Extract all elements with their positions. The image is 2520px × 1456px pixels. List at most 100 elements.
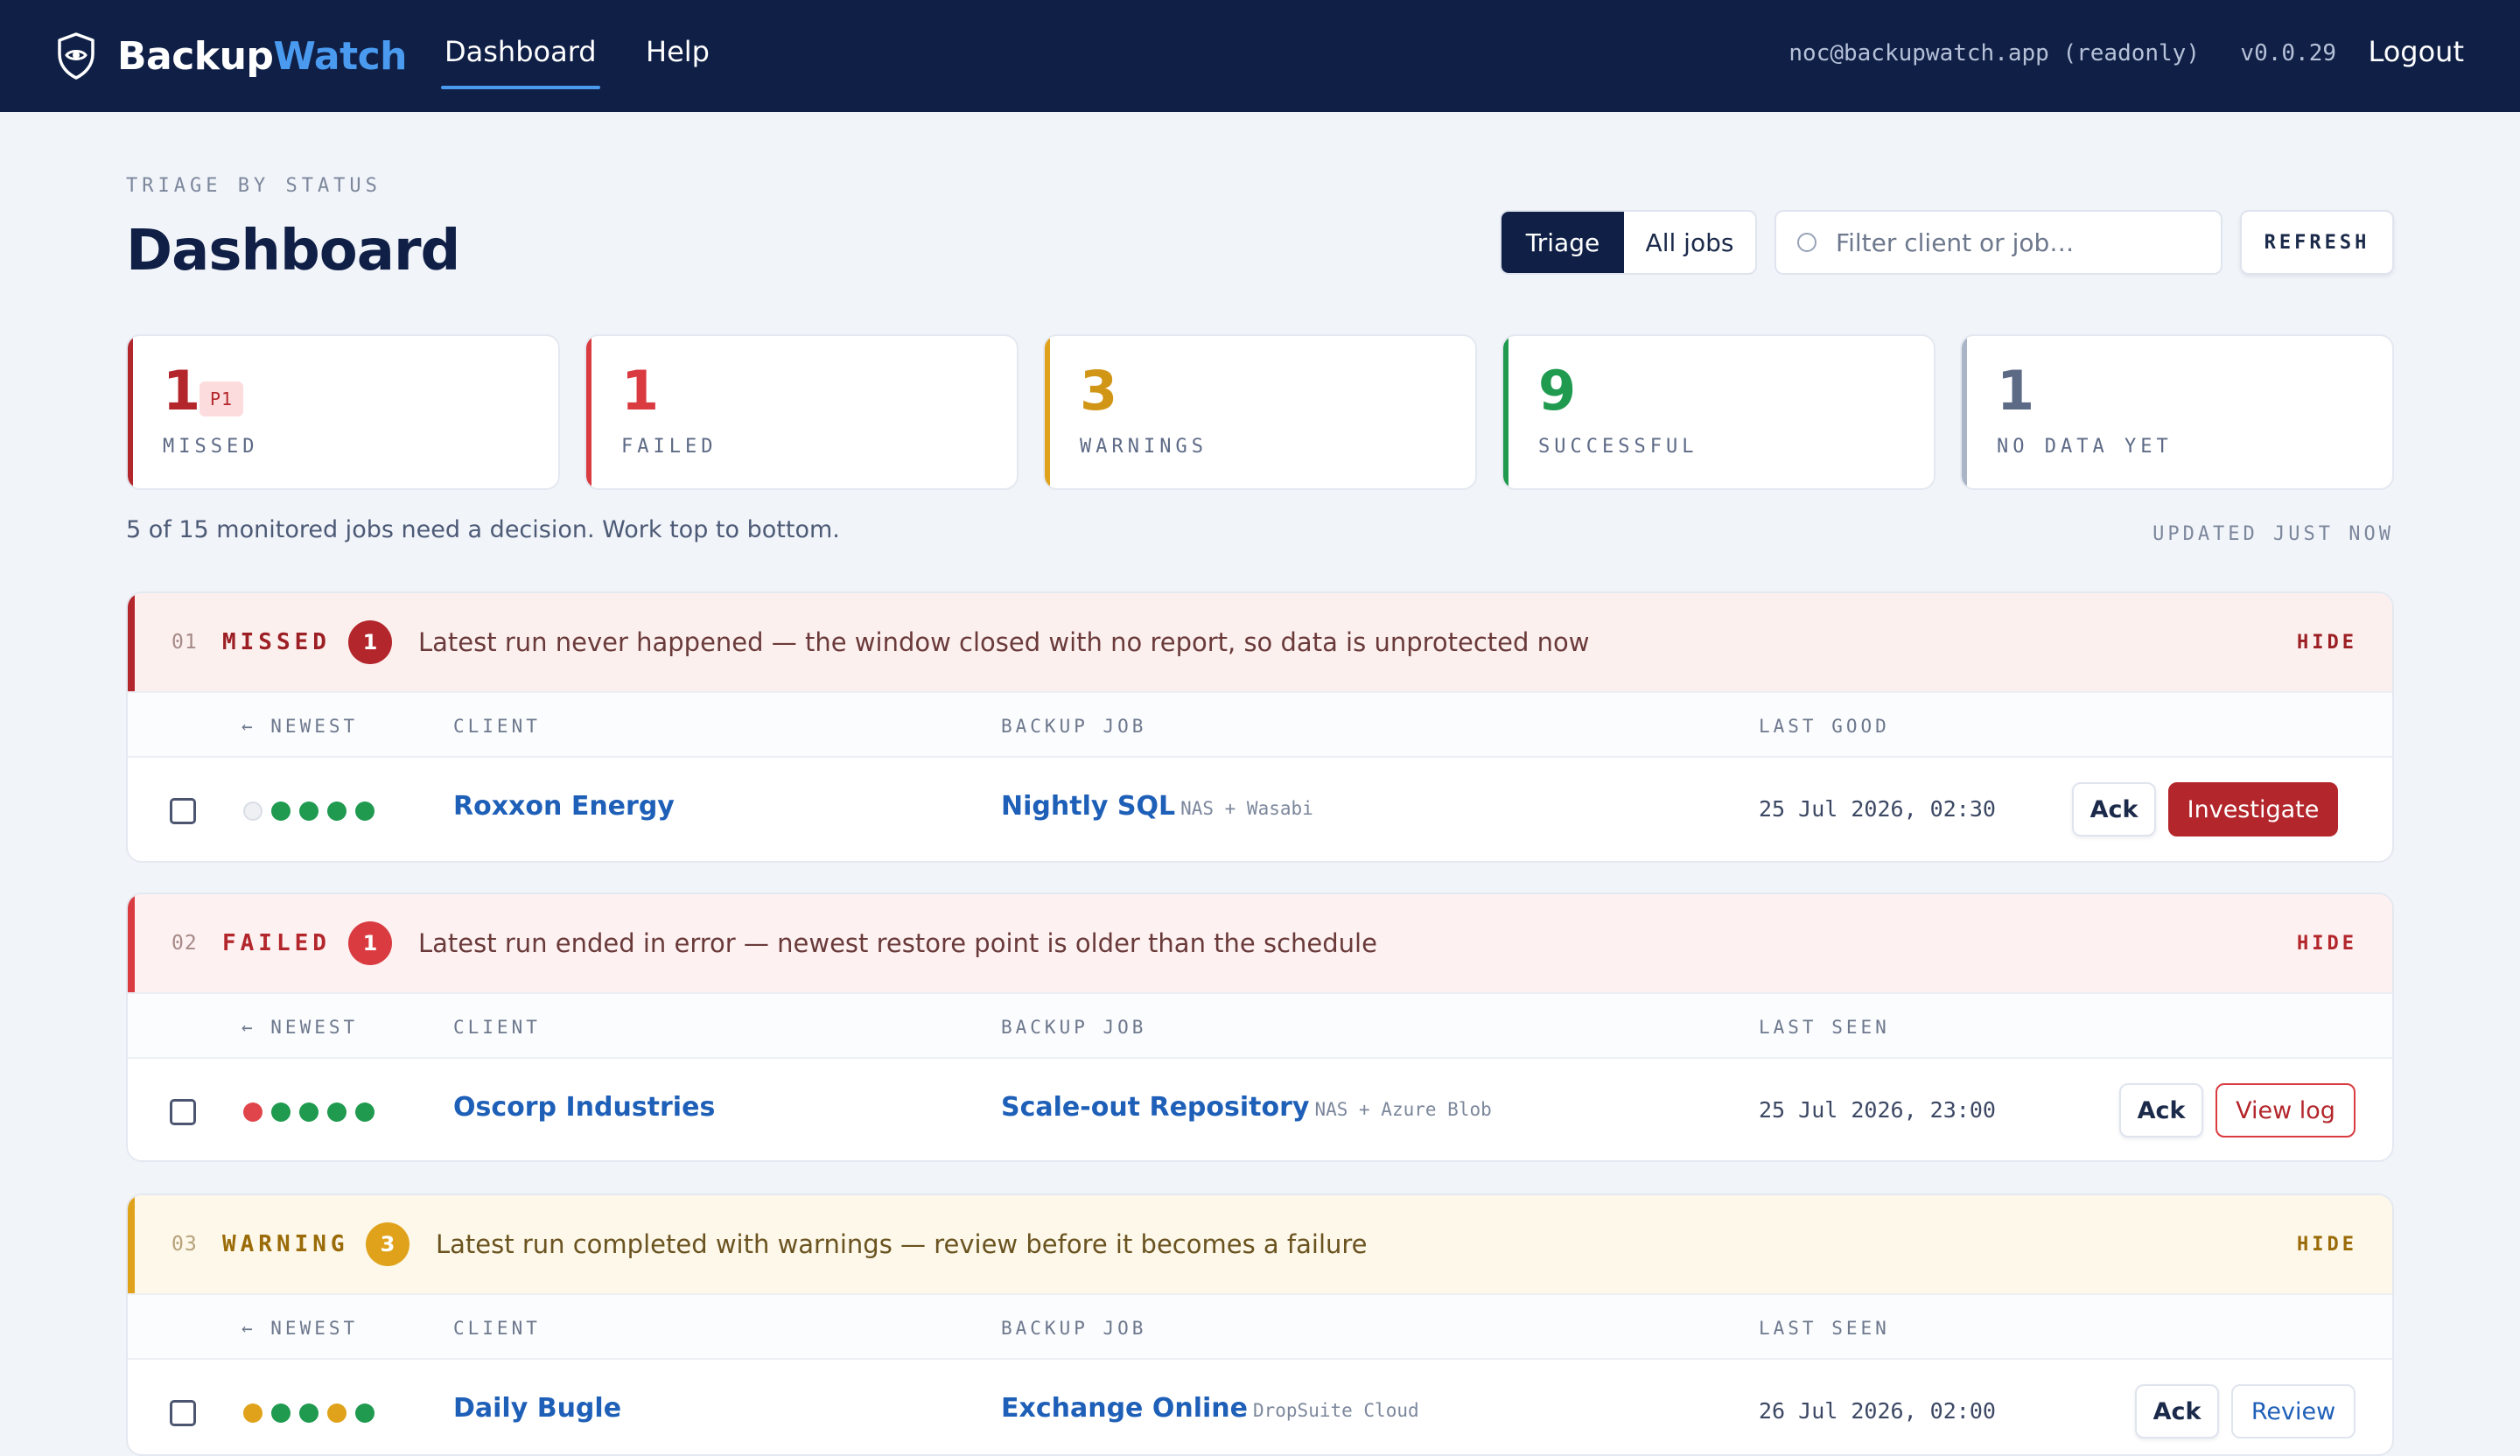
section-title: WARNING <box>222 1231 349 1257</box>
filter-input[interactable] <box>1836 228 2203 257</box>
nav-help[interactable]: Help <box>646 35 710 68</box>
view-triage-button[interactable]: Triage <box>1502 212 1624 273</box>
run-dot-ok <box>299 802 318 821</box>
hide-section-button[interactable]: HIDE <box>2297 632 2357 654</box>
run-dot-warning <box>327 1404 346 1423</box>
stat-card-missed[interactable]: 1 P1 MISSED <box>126 334 560 490</box>
section-description: Latest run ended in error — newest resto… <box>418 928 1377 958</box>
updated-status: UPDATED JUST NOW <box>2152 523 2394 545</box>
col-client: CLIENT <box>453 1017 541 1038</box>
stat-failed-count: 1 <box>621 359 660 423</box>
section-description: Latest run never happened — the window c… <box>418 627 1590 657</box>
run-history <box>243 802 374 821</box>
stat-nodata-count: 1 <box>1997 359 2035 423</box>
stat-successful-label: SUCCESSFUL <box>1538 436 1698 458</box>
refresh-button[interactable]: REFRESH <box>2240 210 2394 275</box>
col-client: CLIENT <box>453 1318 541 1339</box>
run-dot-ok <box>271 802 290 821</box>
stat-card-successful[interactable]: 9 SUCCESSFUL <box>1502 334 1936 490</box>
priority-badge: P1 <box>200 382 244 416</box>
section-index: 02 <box>172 932 198 955</box>
job-link[interactable]: Nightly SQL <box>1001 791 1175 822</box>
run-dot-ok <box>327 1102 346 1122</box>
section-count-badge: 3 <box>366 1222 410 1266</box>
stat-failed-label: FAILED <box>621 436 718 458</box>
nav-dashboard[interactable]: Dashboard <box>441 35 600 89</box>
col-last: LAST SEEN <box>1759 1017 1890 1038</box>
col-job: BACKUP JOB <box>1001 1318 1147 1339</box>
section-title: FAILED <box>222 930 331 956</box>
page-title: Dashboard <box>126 219 460 284</box>
investigate-button[interactable]: Investigate <box>2168 782 2338 836</box>
client-link[interactable]: Roxxon Energy <box>453 791 675 822</box>
col-last: LAST SEEN <box>1759 1318 1890 1339</box>
ack-button[interactable]: Ack <box>2135 1384 2219 1438</box>
view-all-jobs-button[interactable]: All jobs <box>1624 212 1755 273</box>
client-link[interactable]: Daily Bugle <box>453 1393 621 1424</box>
section-count-badge: 1 <box>348 921 392 965</box>
checkbox-icon[interactable] <box>170 1099 196 1125</box>
stat-missed-count: 1 <box>163 359 201 423</box>
section-header: 02 FAILED 1 Latest run ended in error — … <box>128 894 2392 994</box>
job-cell: Exchange Online DropSuite Cloud <box>1001 1393 1419 1424</box>
user-identity: noc@backupwatch.app (readonly) <box>1788 40 2200 66</box>
col-client: CLIENT <box>453 716 541 737</box>
run-history <box>243 1102 374 1122</box>
view-toggle: Triage All jobs <box>1500 210 1757 275</box>
ack-button[interactable]: Ack <box>2072 782 2156 836</box>
hide-section-button[interactable]: HIDE <box>2297 1234 2357 1256</box>
job-link[interactable]: Scale-out Repository <box>1001 1092 1309 1123</box>
stat-card-no-data[interactable]: 1 NO DATA YET <box>1960 334 2394 490</box>
status-summary: 1 P1 MISSED 1 FAILED 3 WARNINGS 9 SUCCES… <box>126 334 2394 490</box>
triage-summary: 5 of 15 monitored jobs need a decision. … <box>126 516 840 543</box>
ack-button[interactable]: Ack <box>2119 1083 2203 1138</box>
checkbox-icon[interactable] <box>170 1400 196 1426</box>
run-history <box>243 1404 374 1423</box>
col-job: BACKUP JOB <box>1001 1017 1147 1038</box>
stat-card-failed[interactable]: 1 FAILED <box>584 334 1018 490</box>
section-index: 03 <box>172 1233 198 1256</box>
logout-button[interactable]: Logout <box>2368 35 2464 68</box>
stat-warnings-count: 3 <box>1080 359 1118 423</box>
run-dot-failed <box>243 1102 262 1122</box>
job-link[interactable]: Exchange Online <box>1001 1393 1248 1424</box>
section-warning: 03 WARNING 3 Latest run completed with w… <box>126 1194 2394 1456</box>
section-title: MISSED <box>222 629 331 655</box>
checkbox-icon[interactable] <box>170 798 196 824</box>
job-target: DropSuite Cloud <box>1252 1400 1419 1421</box>
view-log-button[interactable]: View log <box>2216 1083 2356 1138</box>
section-description: Latest run completed with warnings — rev… <box>436 1229 1368 1259</box>
section-missed: 01 MISSED 1 Latest run never happened — … <box>126 592 2394 863</box>
section-index: 01 <box>172 631 198 654</box>
top-bar: BackupWatch Dashboard Help noc@backupwat… <box>0 0 2520 112</box>
col-newest: ← NEWEST <box>242 1017 359 1038</box>
job-cell: Scale-out Repository NAS + Azure Blob <box>1001 1092 1492 1123</box>
run-dot-empty <box>243 802 262 821</box>
search-circle-icon <box>1797 233 1816 252</box>
review-button[interactable]: Review <box>2231 1384 2356 1438</box>
run-dot-ok <box>271 1404 290 1423</box>
last-seen-time: 25 Jul 2026, 23:00 <box>1759 1097 1996 1123</box>
app-version: v0.0.29 <box>2240 40 2336 66</box>
table-header: ← NEWEST CLIENT BACKUP JOB LAST SEEN <box>128 1295 2392 1360</box>
last-seen-time: 26 Jul 2026, 02:00 <box>1759 1398 1996 1424</box>
table-header: ← NEWEST CLIENT BACKUP JOB LAST GOOD <box>128 693 2392 758</box>
col-newest: ← NEWEST <box>242 1318 359 1339</box>
col-last: LAST GOOD <box>1759 716 1890 737</box>
brand[interactable]: BackupWatch <box>54 28 408 84</box>
shield-eye-icon <box>54 31 98 81</box>
col-newest: ← NEWEST <box>242 716 359 737</box>
stat-successful-count: 9 <box>1538 359 1577 423</box>
run-dot-ok <box>299 1102 318 1122</box>
section-header: 03 WARNING 3 Latest run completed with w… <box>128 1195 2392 1295</box>
stat-card-warnings[interactable]: 3 WARNINGS <box>1043 334 1477 490</box>
page-eyebrow: TRIAGE BY STATUS <box>126 175 382 197</box>
client-link[interactable]: Oscorp Industries <box>453 1092 715 1123</box>
section-count-badge: 1 <box>348 620 392 664</box>
filter-box <box>1774 210 2222 275</box>
run-dot-ok <box>327 802 346 821</box>
col-job: BACKUP JOB <box>1001 716 1147 737</box>
run-dot-ok <box>299 1404 318 1423</box>
brand-name: BackupWatch <box>117 33 408 79</box>
hide-section-button[interactable]: HIDE <box>2297 933 2357 955</box>
